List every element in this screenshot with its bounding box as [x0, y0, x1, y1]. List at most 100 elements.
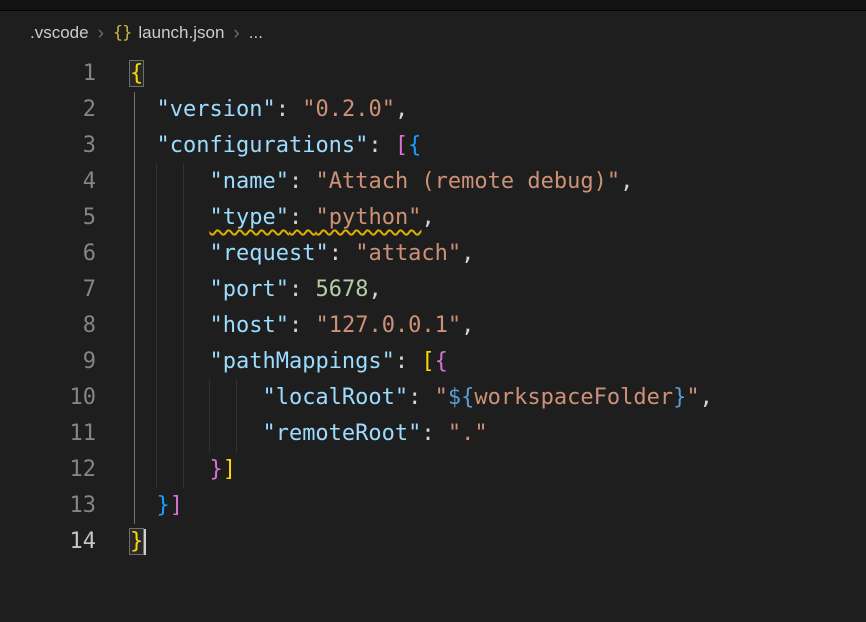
code-token: { — [408, 133, 421, 158]
line-number: 1 — [0, 56, 96, 92]
line-number: 8 — [0, 308, 96, 344]
code-line-content: "port": 5678, — [96, 272, 382, 308]
code-line[interactable]: 7 "port": 5678, — [0, 272, 866, 308]
code-token: [ — [395, 133, 408, 158]
breadcrumb-item-folder[interactable]: .vscode — [30, 23, 89, 43]
code-token — [130, 457, 209, 482]
code-token: "." — [448, 421, 488, 446]
code-token: : — [289, 169, 316, 194]
code-line[interactable]: 11 "remoteRoot": "." — [0, 416, 866, 452]
code-line[interactable]: 8 "host": "127.0.0.1", — [0, 308, 866, 344]
line-number: 2 — [0, 92, 96, 128]
code-token: "configurations" — [157, 133, 369, 158]
code-token: { — [130, 61, 143, 86]
code-token: } — [130, 529, 143, 554]
code-token: , — [700, 385, 713, 410]
code-line-content: "remoteRoot": "." — [96, 416, 488, 452]
code-token: workspaceFolder — [474, 385, 673, 410]
line-number: 6 — [0, 236, 96, 272]
code-token: 5678 — [315, 277, 368, 302]
code-line[interactable]: 10 "localRoot": "${workspaceFolder}", — [0, 380, 866, 416]
code-token: "attach" — [355, 241, 461, 266]
vscode-editor-window: .vscode › {} launch.json › ... 1{2 "vers… — [0, 0, 866, 622]
code-token: , — [395, 97, 408, 122]
breadcrumb-item-file[interactable]: launch.json — [138, 23, 224, 43]
code-line-content: "request": "attach", — [96, 236, 474, 272]
code-token: : — [368, 133, 395, 158]
code-line-content: "pathMappings": [{ — [96, 344, 448, 380]
code-token — [130, 277, 209, 302]
code-token: } — [209, 457, 222, 482]
code-token: "Attach (remote debug)" — [315, 169, 620, 194]
code-token: "remoteRoot" — [262, 421, 421, 446]
code-token: : — [289, 277, 316, 302]
bracket-pair-guide — [134, 92, 135, 524]
code-token: { — [435, 349, 448, 374]
code-token — [130, 205, 209, 230]
indent-guide — [209, 380, 210, 452]
indent-guide — [183, 164, 184, 488]
indent-guide — [236, 380, 237, 452]
line-number: 4 — [0, 164, 96, 200]
code-token: "type" — [209, 205, 288, 230]
code-token: , — [461, 241, 474, 266]
code-line[interactable]: 5 "type": "python", — [0, 200, 866, 236]
code-token: ${ — [448, 385, 475, 410]
code-token: : — [289, 205, 316, 230]
line-number: 10 — [0, 380, 96, 416]
code-token: : — [329, 241, 356, 266]
code-token: " — [686, 385, 699, 410]
code-token: , — [461, 313, 474, 338]
code-token: [ — [421, 349, 434, 374]
code-token: : — [421, 421, 448, 446]
code-line-content: { — [96, 56, 143, 92]
code-line-content: } — [96, 524, 146, 560]
code-token: : — [276, 97, 303, 122]
code-line[interactable]: 4 "name": "Attach (remote debug)", — [0, 164, 866, 200]
line-number: 9 — [0, 344, 96, 380]
code-line-content: "configurations": [{ — [96, 128, 421, 164]
line-number: 3 — [0, 128, 96, 164]
code-line-content: "type": "python", — [96, 200, 435, 236]
line-number: 7 — [0, 272, 96, 308]
code-token: ] — [223, 457, 236, 482]
chevron-right-icon: › — [233, 24, 239, 43]
code-token: "pathMappings" — [209, 349, 394, 374]
code-token — [130, 421, 262, 446]
code-token: "localRoot" — [262, 385, 408, 410]
breadcrumb-item-more[interactable]: ... — [249, 23, 263, 43]
code-token: : — [289, 313, 316, 338]
code-token: "host" — [209, 313, 288, 338]
code-token: "0.2.0" — [302, 97, 395, 122]
line-number: 5 — [0, 200, 96, 236]
code-line[interactable]: 14} — [0, 524, 866, 560]
code-line[interactable]: 2 "version": "0.2.0", — [0, 92, 866, 128]
code-line[interactable]: 12 }] — [0, 452, 866, 488]
code-line[interactable]: 13 }] — [0, 488, 866, 524]
code-token — [130, 349, 209, 374]
code-token: , — [620, 169, 633, 194]
code-line[interactable]: 6 "request": "attach", — [0, 236, 866, 272]
code-line[interactable]: 1{ — [0, 56, 866, 92]
code-token: : — [395, 349, 422, 374]
code-token: , — [421, 205, 434, 230]
indent-guide — [156, 164, 157, 488]
line-number: 12 — [0, 452, 96, 488]
code-token: : — [408, 385, 435, 410]
code-editor[interactable]: 1{2 "version": "0.2.0",3 "configurations… — [0, 56, 866, 560]
chevron-right-icon: › — [98, 24, 104, 43]
code-token: "python" — [315, 205, 421, 230]
code-token: } — [157, 493, 170, 518]
code-line-content: "name": "Attach (remote debug)", — [96, 164, 633, 200]
code-token: "port" — [209, 277, 288, 302]
code-token — [130, 313, 209, 338]
code-line[interactable]: 3 "configurations": [{ — [0, 128, 866, 164]
code-token: "name" — [209, 169, 288, 194]
code-line[interactable]: 9 "pathMappings": [{ — [0, 344, 866, 380]
line-number: 14 — [0, 524, 96, 560]
code-line-content: "host": "127.0.0.1", — [96, 308, 474, 344]
code-token: " — [435, 385, 448, 410]
code-token: , — [368, 277, 381, 302]
code-line-content: }] — [96, 488, 183, 524]
code-token: ] — [170, 493, 183, 518]
